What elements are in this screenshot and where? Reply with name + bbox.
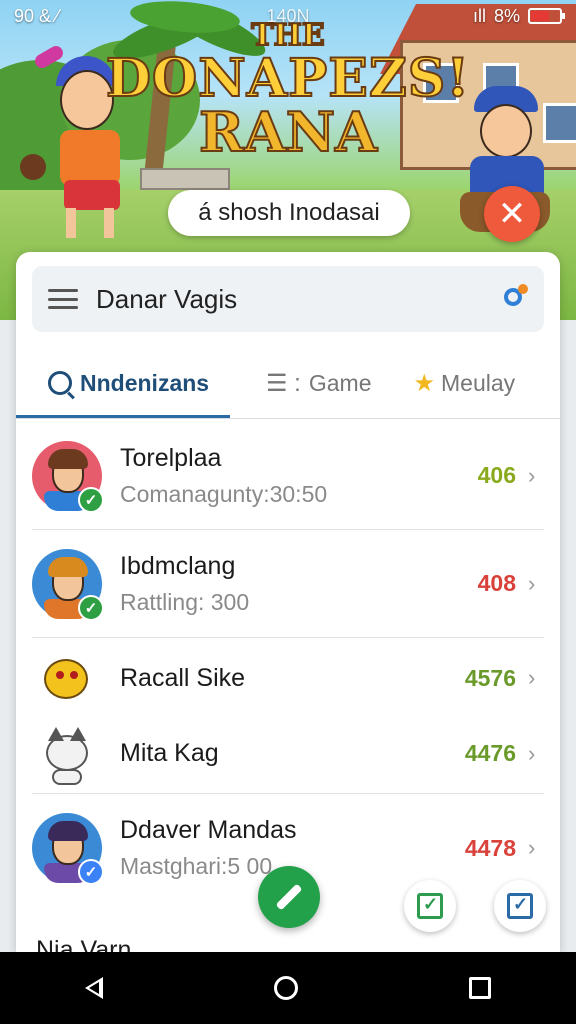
verified-check-icon: ✓ bbox=[78, 859, 104, 885]
player-score: 408 bbox=[477, 570, 516, 596]
menu-icon[interactable] bbox=[48, 289, 78, 309]
tab-meulay[interactable]: ★ Meulay bbox=[388, 348, 532, 418]
list-icon: ☰ : bbox=[266, 369, 301, 397]
search-title: Danar Vagis bbox=[96, 283, 238, 314]
chevron-right-icon: › bbox=[528, 835, 536, 860]
player-score: 4576 bbox=[464, 664, 516, 691]
signal-icon: ıll bbox=[472, 5, 486, 26]
chevron-right-icon: › bbox=[528, 740, 536, 766]
list-item[interactable]: Racall Sike 4576 › bbox=[32, 642, 544, 714]
player-score: 4478 bbox=[464, 834, 516, 861]
player-name: Mita Kag bbox=[120, 739, 219, 767]
tab-label: Nndenizans bbox=[80, 369, 210, 396]
system-nav-bar bbox=[0, 952, 576, 1024]
player-score: 406 bbox=[477, 462, 516, 488]
star-icon: ★ bbox=[413, 369, 436, 397]
battery-percent: 8% bbox=[493, 5, 520, 26]
tab-label: Meulay bbox=[441, 369, 516, 396]
battery-icon bbox=[528, 8, 565, 24]
player-name: Ddaver Mandas bbox=[120, 816, 297, 844]
player-name: Racall Sike bbox=[120, 663, 246, 692]
pencil-icon bbox=[275, 883, 303, 911]
status-time: 90 & ⁄ bbox=[14, 5, 60, 26]
approve-button[interactable] bbox=[404, 880, 456, 932]
verified-check-icon: ✓ bbox=[78, 486, 104, 513]
avatar: ✓ bbox=[32, 813, 104, 885]
search-icon bbox=[48, 371, 72, 395]
player-subtitle: Rattling: 300 bbox=[120, 588, 250, 615]
list-item[interactable]: ✓ Ibdmclang Rattling: 300 408 › bbox=[32, 530, 544, 638]
yellow-creature-icon bbox=[32, 643, 102, 713]
status-bar: 90 & ⁄ 140N ıll 8% bbox=[0, 0, 576, 32]
edit-button[interactable] bbox=[494, 880, 546, 932]
status-center-text: 140N bbox=[266, 5, 310, 26]
players-list: ✓ Torelplaa Comanagunty:30:50 406 › ✓ Ib… bbox=[32, 422, 544, 902]
close-icon[interactable]: ✕ bbox=[484, 186, 540, 242]
back-icon[interactable] bbox=[85, 977, 104, 999]
list-item[interactable]: ✓ Torelplaa Comanagunty:30:50 406 › bbox=[32, 422, 544, 530]
avatar: ✓ bbox=[32, 548, 104, 621]
players-card: Danar Vagis Nndenizans ☰ : Game ★ Meulay… bbox=[16, 252, 560, 952]
tab-label: Game bbox=[308, 369, 372, 396]
edit-check-icon bbox=[507, 893, 533, 919]
player-score: 4476 bbox=[464, 740, 516, 766]
cat-icon bbox=[32, 719, 102, 789]
chevron-right-icon: › bbox=[528, 665, 536, 690]
chevron-right-icon: › bbox=[528, 570, 536, 596]
search-settings-icon[interactable] bbox=[498, 284, 528, 314]
banner-action-pill[interactable]: á shosh Inodasai bbox=[168, 190, 410, 236]
home-icon[interactable] bbox=[273, 976, 298, 1000]
chevron-right-icon: › bbox=[528, 462, 536, 488]
checklist-icon bbox=[417, 893, 443, 919]
search-bar[interactable]: Danar Vagis bbox=[32, 266, 544, 332]
verified-check-icon: ✓ bbox=[78, 594, 104, 621]
banner-title-sub: RANA bbox=[198, 99, 378, 165]
tab-game[interactable]: ☰ : Game bbox=[230, 348, 388, 418]
player-name: Ibdmclang bbox=[120, 551, 236, 580]
tab-nndenizans[interactable]: Nndenizans bbox=[16, 348, 230, 418]
avatar: ✓ bbox=[32, 440, 104, 513]
recents-icon[interactable] bbox=[468, 977, 491, 999]
player-name: Torelplaa bbox=[120, 443, 222, 472]
list-item[interactable]: Mita Kag 4476 › bbox=[32, 714, 544, 794]
compose-button[interactable] bbox=[258, 866, 320, 928]
tab-bar: Nndenizans ☰ : Game ★ Meulay bbox=[16, 348, 560, 418]
player-subtitle: Comanagunty:30:50 bbox=[120, 480, 328, 507]
